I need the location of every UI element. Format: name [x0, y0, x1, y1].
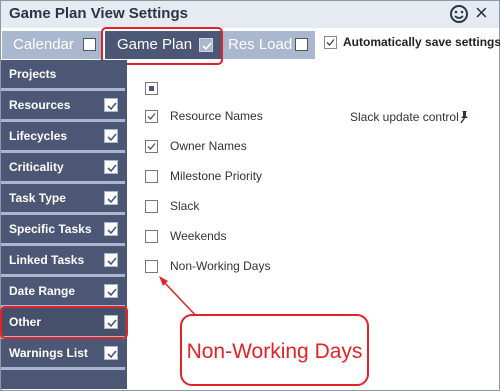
close-icon[interactable]: × [475, 2, 488, 24]
sidebar-item-linked-tasks[interactable]: Linked Tasks [1, 246, 125, 277]
autosave-checkbox[interactable] [324, 36, 337, 49]
option-label: Non-Working Days [170, 259, 271, 273]
sidebar-checkbox[interactable] [104, 284, 118, 298]
sidebar-item-warnings-list[interactable]: Warnings List [1, 339, 125, 370]
sidebar-checkbox[interactable] [104, 346, 118, 360]
callout-text: Non-Working Days [186, 340, 363, 363]
sidebar-item-label: Task Type [9, 191, 66, 205]
option-checkbox[interactable] [145, 200, 158, 213]
tab-calendar-label: Calendar [13, 36, 74, 53]
option-label: Resource Names [170, 109, 263, 123]
sidebar-checkbox[interactable] [104, 191, 118, 205]
sidebar-item-resources[interactable]: Resources [1, 91, 125, 122]
tab-calendar-checkbox[interactable] [83, 38, 96, 51]
callout-box: Non-Working Days [180, 314, 369, 386]
sidebar-checkbox[interactable] [104, 222, 118, 236]
option-checkbox[interactable] [145, 230, 158, 243]
sidebar-item-lifecycles[interactable]: Lifecycles [1, 122, 125, 153]
select-all-checkbox[interactable] [145, 82, 158, 95]
option-label: Owner Names [170, 139, 247, 153]
sidebar-item-label: Linked Tasks [9, 253, 85, 267]
tab-res-load-checkbox[interactable] [295, 38, 308, 51]
sidebar-item-specific-tasks[interactable]: Specific Tasks [1, 215, 125, 246]
other-highlight [0, 306, 128, 339]
tab-calendar[interactable]: Calendar [2, 31, 101, 59]
sidebar-item-task-type[interactable]: Task Type [1, 184, 125, 215]
tab-res-load[interactable]: Res Load [223, 31, 315, 59]
option-checkbox[interactable] [145, 170, 158, 183]
autosave-label: Automatically save settings [343, 35, 500, 49]
option-checkbox[interactable] [145, 260, 158, 273]
option-label: Weekends [170, 229, 227, 243]
option-label: Milestone Priority [170, 169, 263, 183]
window-title: Game Plan View Settings [9, 5, 188, 22]
option-checkbox[interactable] [145, 140, 158, 153]
title-bar: Game Plan View Settings × [1, 1, 499, 28]
sidebar-item-projects[interactable]: Projects [1, 60, 125, 91]
sidebar-checkbox[interactable] [104, 98, 118, 112]
sidebar-item-label: Specific Tasks [9, 222, 92, 236]
smiley-icon[interactable] [449, 4, 469, 24]
sidebar-item-label: Criticality [9, 160, 64, 174]
sidebar-item-label: Lifecycles [9, 129, 68, 143]
slack-update-control-label: Slack update control [350, 110, 459, 124]
sidebar-item-criticality[interactable]: Criticality [1, 153, 125, 184]
option-checkbox[interactable] [145, 110, 158, 123]
sidebar-item-date-range[interactable]: Date Range [1, 277, 125, 308]
sidebar-item-label: Date Range [9, 284, 76, 298]
sidebar-item-label: Projects [9, 67, 57, 81]
tab-res-load-label: Res Load [228, 36, 293, 53]
sidebar-item-label: Resources [9, 98, 71, 112]
indeterminate-icon [149, 86, 154, 91]
pin-icon[interactable] [458, 110, 470, 124]
sidebar-item-label: Warnings List [9, 346, 88, 360]
sidebar: Projects Resources Lifecycles Criticalit… [1, 60, 127, 389]
sidebar-checkbox[interactable] [104, 160, 118, 174]
sidebar-checkbox[interactable] [104, 253, 118, 267]
option-label: Slack [170, 199, 200, 213]
sidebar-checkbox[interactable] [104, 129, 118, 143]
